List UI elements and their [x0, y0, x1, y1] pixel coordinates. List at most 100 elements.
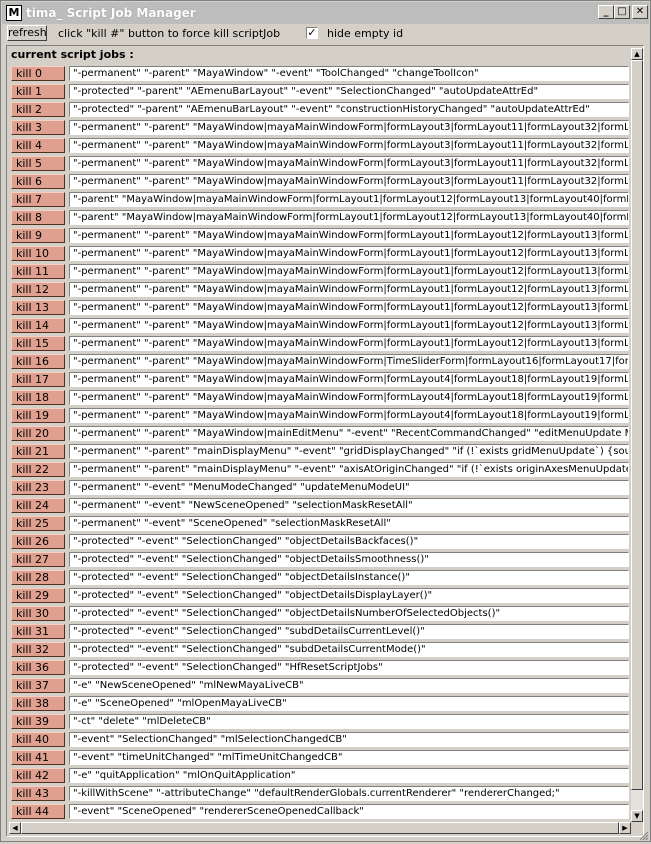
job-command-field[interactable]: "-permanent" "-parent" "mainDisplayMenu"… [69, 444, 629, 459]
kill-button[interactable]: kill 18 [11, 390, 65, 405]
kill-button[interactable]: kill 27 [11, 552, 65, 567]
kill-button[interactable]: kill 41 [11, 750, 65, 765]
kill-button[interactable]: kill 13 [11, 300, 65, 315]
kill-button[interactable]: kill 10 [11, 246, 65, 261]
job-command-field[interactable]: "-protected" "-event" "SelectionChanged"… [69, 570, 629, 585]
kill-button[interactable]: kill 39 [11, 714, 65, 729]
job-command-field[interactable]: "-protected" "-event" "SelectionChanged"… [69, 588, 629, 603]
kill-button[interactable]: kill 5 [11, 156, 65, 171]
job-command-field[interactable]: "-protected" "-event" "SelectionChanged"… [69, 660, 629, 675]
kill-button[interactable]: kill 12 [11, 282, 65, 297]
kill-button[interactable]: kill 30 [11, 606, 65, 621]
kill-button[interactable]: kill 14 [11, 318, 65, 333]
kill-button[interactable]: kill 7 [11, 192, 65, 207]
job-command-field[interactable]: "-permanent" "-parent" "MayaWindow|mayaM… [69, 228, 629, 243]
job-command-field[interactable]: "-permanent" "-parent" "MayaWindow|mayaM… [69, 318, 629, 333]
job-command-field[interactable]: "-parent" "MayaWindow|mayaMainWindowForm… [69, 210, 629, 225]
title-bar[interactable]: M tima_ Script Job Manager _ □ ✕ [2, 2, 649, 24]
job-command-field[interactable]: "-permanent" "-parent" "MayaWindow|mayaM… [69, 246, 629, 261]
kill-button[interactable]: kill 37 [11, 678, 65, 693]
kill-button[interactable]: kill 21 [11, 444, 65, 459]
vertical-scrollbar[interactable]: ▲ ▼ [631, 48, 643, 822]
kill-button[interactable]: kill 19 [11, 408, 65, 423]
horizontal-scroll-thumb[interactable] [21, 822, 619, 834]
job-command-field[interactable]: "-permanent" "-parent" "MayaWindow|mayaM… [69, 120, 629, 135]
kill-button[interactable]: kill 0 [11, 66, 65, 81]
job-command-field[interactable]: "-permanent" "-parent" "MayaWindow|mayaM… [69, 372, 629, 387]
kill-button[interactable]: kill 36 [11, 660, 65, 675]
kill-button[interactable]: kill 3 [11, 120, 65, 135]
kill-button[interactable]: kill 25 [11, 516, 65, 531]
job-command-field[interactable]: "-permanent" "-parent" "MayaWindow|mainE… [69, 426, 629, 441]
job-command-field[interactable]: "-event" "timeUnitChanged" "mlTimeUnitCh… [69, 750, 629, 765]
refresh-button[interactable]: refresh [7, 25, 47, 41]
job-command-field[interactable]: "-permanent" "-parent" "MayaWindow|mayaM… [69, 336, 629, 351]
kill-button[interactable]: kill 22 [11, 462, 65, 477]
job-command-field[interactable]: "-permanent" "-event" "MenuModeChanged" … [69, 480, 629, 495]
kill-button[interactable]: kill 40 [11, 732, 65, 747]
job-command-field[interactable]: "-permanent" "-parent" "MayaWindow|mayaM… [69, 264, 629, 279]
job-command-field[interactable]: "-e" "NewSceneOpened" "mlNewMayaLiveCB" [69, 678, 629, 693]
job-command-field[interactable]: "-e" "SceneOpened" "mlOpenMayaLiveCB" [69, 696, 629, 711]
kill-button[interactable]: kill 31 [11, 624, 65, 639]
kill-button[interactable]: kill 28 [11, 570, 65, 585]
kill-button[interactable]: kill 26 [11, 534, 65, 549]
job-command-field[interactable]: "-ct" "delete" "mlDeleteCB" [69, 714, 629, 729]
job-command-field[interactable]: "-permanent" "-event" "NewSceneOpened" "… [69, 498, 629, 513]
job-command-field[interactable]: "-permanent" "-parent" "MayaWindow" "-ev… [69, 66, 629, 81]
scroll-right-icon[interactable]: ▶ [619, 822, 631, 834]
kill-button[interactable]: kill 42 [11, 768, 65, 783]
job-command-field[interactable]: "-killWithScene" "-attributeChange" "def… [69, 786, 629, 801]
job-command-field[interactable]: "-permanent" "-parent" "MayaWindow|mayaM… [69, 174, 629, 189]
scroll-left-icon[interactable]: ◀ [9, 822, 21, 834]
kill-button[interactable]: kill 16 [11, 354, 65, 369]
kill-button[interactable]: kill 15 [11, 336, 65, 351]
job-command-field[interactable]: "-permanent" "-parent" "MayaWindow|mayaM… [69, 354, 629, 369]
kill-button[interactable]: kill 11 [11, 264, 65, 279]
kill-button[interactable]: kill 23 [11, 480, 65, 495]
scroll-down-icon[interactable]: ▼ [631, 810, 643, 822]
resize-grip-icon[interactable] [637, 829, 649, 841]
job-command-field[interactable]: "-protected" "-parent" "AEmenuBarLayout"… [69, 84, 629, 99]
kill-button[interactable]: kill 43 [11, 786, 65, 801]
kill-button[interactable]: kill 1 [11, 84, 65, 99]
kill-button[interactable]: kill 24 [11, 498, 65, 513]
minimize-button[interactable]: _ [598, 5, 614, 19]
job-row: kill 13 "-permanent" "-parent" "MayaWindo… [9, 299, 629, 317]
job-command-field[interactable]: "-permanent" "-parent" "MayaWindow|mayaM… [69, 156, 629, 171]
job-command-field[interactable]: "-protected" "-event" "SelectionChanged"… [69, 534, 629, 549]
kill-button[interactable]: kill 32 [11, 642, 65, 657]
job-command-field[interactable]: "-permanent" "-event" "SceneOpened" "sel… [69, 516, 629, 531]
vertical-scroll-thumb[interactable] [631, 60, 643, 790]
job-command-field[interactable]: "-permanent" "-parent" "MayaWindow|mayaM… [69, 390, 629, 405]
kill-button[interactable]: kill 8 [11, 210, 65, 225]
job-command-field[interactable]: "-protected" "-event" "SelectionChanged"… [69, 642, 629, 657]
kill-button[interactable]: kill 44 [11, 804, 65, 819]
horizontal-scrollbar[interactable]: ◀ ▶ [9, 822, 631, 834]
job-command-field[interactable]: "-event" "SceneOpened" "rendererSceneOpe… [69, 804, 629, 819]
kill-button[interactable]: kill 38 [11, 696, 65, 711]
job-command-field[interactable]: "-protected" "-parent" "AEmenuBarLayout"… [69, 102, 629, 117]
job-command-field[interactable]: "-permanent" "-parent" "MayaWindow|mayaM… [69, 300, 629, 315]
job-command-field[interactable]: "-protected" "-event" "SelectionChanged"… [69, 552, 629, 567]
kill-button[interactable]: kill 4 [11, 138, 65, 153]
kill-button[interactable]: kill 20 [11, 426, 65, 441]
job-command-field[interactable]: "-permanent" "-parent" "MayaWindow|mayaM… [69, 138, 629, 153]
job-command-field[interactable]: "-e" "quitApplication" "mlOnQuitApplicat… [69, 768, 629, 783]
kill-button[interactable]: kill 29 [11, 588, 65, 603]
job-command-field[interactable]: "-protected" "-event" "SelectionChanged"… [69, 624, 629, 639]
job-command-field[interactable]: "-event" "SelectionChanged" "mlSelection… [69, 732, 629, 747]
job-command-field[interactable]: "-permanent" "-parent" "mainDisplayMenu"… [69, 462, 629, 477]
kill-button[interactable]: kill 9 [11, 228, 65, 243]
job-command-field[interactable]: "-permanent" "-parent" "MayaWindow|mayaM… [69, 282, 629, 297]
kill-button[interactable]: kill 2 [11, 102, 65, 117]
kill-button[interactable]: kill 17 [11, 372, 65, 387]
hide-empty-checkbox[interactable]: ✓ [306, 27, 318, 39]
kill-button[interactable]: kill 6 [11, 174, 65, 189]
maximize-button[interactable]: □ [614, 5, 630, 19]
job-command-field[interactable]: "-protected" "-event" "SelectionChanged"… [69, 606, 629, 621]
job-command-field[interactable]: "-permanent" "-parent" "MayaWindow|mayaM… [69, 408, 629, 423]
scroll-up-icon[interactable]: ▲ [631, 48, 643, 60]
close-button[interactable]: ✕ [632, 5, 648, 19]
job-command-field[interactable]: "-parent" "MayaWindow|mayaMainWindowForm… [69, 192, 629, 207]
